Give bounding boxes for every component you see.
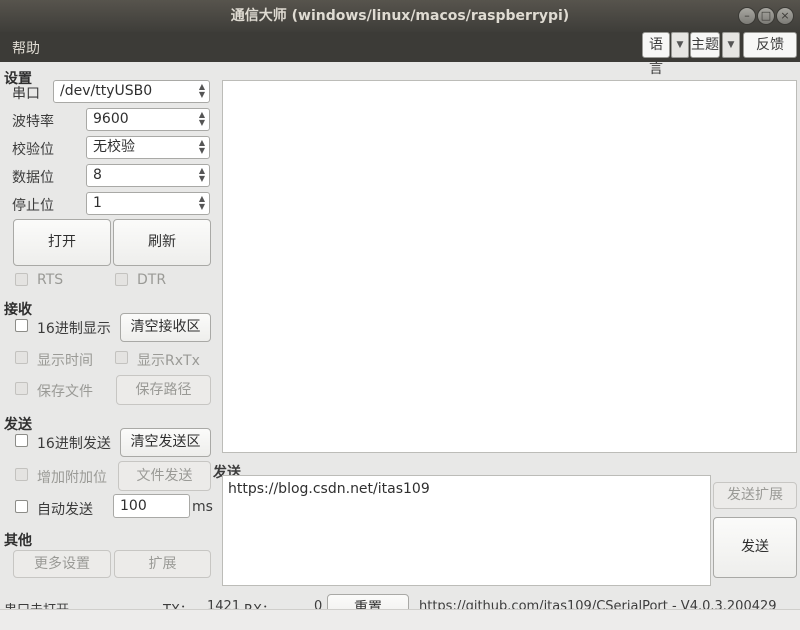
databits-label: 数据位 bbox=[12, 170, 54, 186]
hex-display-checkbox[interactable] bbox=[15, 319, 28, 332]
parity-value: 无校验 bbox=[93, 139, 135, 155]
spinner-arrows-icon: ▲ ▼ bbox=[198, 194, 205, 211]
baud-label: 波特率 bbox=[12, 114, 54, 130]
open-port-button[interactable]: 打开 bbox=[13, 219, 111, 266]
rts-checkbox[interactable] bbox=[15, 273, 28, 286]
file-send-button[interactable]: 文件发送 bbox=[118, 461, 211, 491]
databits-value: 8 bbox=[93, 167, 102, 183]
language-button[interactable]: 语言 bbox=[642, 32, 670, 77]
save-file-label: 保存文件 bbox=[37, 384, 93, 400]
refresh-button[interactable]: 刷新 bbox=[113, 219, 211, 266]
more-settings-button[interactable]: 更多设置 bbox=[13, 550, 111, 578]
other-heading: 其他 bbox=[4, 533, 32, 549]
extend-button[interactable]: 扩展 bbox=[114, 550, 211, 578]
bottom-bar bbox=[0, 609, 800, 630]
add-check-checkbox[interactable] bbox=[15, 468, 28, 481]
send-button[interactable]: 发送 bbox=[713, 517, 797, 578]
show-rxtx-checkbox[interactable] bbox=[115, 351, 128, 364]
baud-value: 9600 bbox=[93, 111, 129, 127]
maximize-icon[interactable]: □ bbox=[757, 7, 775, 25]
stopbits-select[interactable]: 1 ▲ ▼ bbox=[86, 192, 210, 215]
port-value: /dev/ttyUSB0 bbox=[60, 83, 153, 99]
menu-help[interactable]: 帮助 bbox=[12, 38, 40, 58]
stopbits-label: 停止位 bbox=[12, 198, 54, 214]
close-icon[interactable]: × bbox=[776, 7, 794, 25]
receive-heading: 接收 bbox=[4, 302, 32, 318]
chevron-down-icon[interactable]: ▼ bbox=[722, 32, 740, 58]
send-extend-button[interactable]: 发送扩展 bbox=[713, 482, 797, 509]
send-heading: 发送 bbox=[4, 417, 32, 433]
hex-send-checkbox[interactable] bbox=[15, 434, 28, 447]
chevron-down-icon[interactable]: ▼ bbox=[671, 32, 689, 58]
spinner-arrows-icon: ▲ ▼ bbox=[198, 110, 205, 127]
port-label: 串口 bbox=[12, 86, 40, 102]
clear-send-button[interactable]: 清空发送区 bbox=[120, 428, 211, 457]
receive-text-area[interactable] bbox=[222, 80, 797, 453]
rts-label: RTS bbox=[37, 272, 64, 288]
spinner-arrows-icon: ▲ ▼ bbox=[198, 166, 205, 183]
baud-select[interactable]: 9600 ▲ ▼ bbox=[86, 108, 210, 131]
send-text-area[interactable]: https://blog.csdn.net/itas109 bbox=[222, 475, 711, 586]
clear-receive-button[interactable]: 清空接收区 bbox=[120, 313, 211, 342]
dtr-checkbox[interactable] bbox=[115, 273, 128, 286]
databits-select[interactable]: 8 ▲ ▼ bbox=[86, 164, 210, 187]
auto-send-label: 自动发送 bbox=[37, 502, 93, 518]
add-check-label: 增加附加位 bbox=[37, 470, 107, 486]
theme-button[interactable]: 主题 bbox=[690, 32, 720, 58]
show-time-label: 显示时间 bbox=[37, 353, 93, 369]
dtr-label: DTR bbox=[137, 272, 167, 288]
spinner-arrows-icon: ▲ ▼ bbox=[198, 82, 205, 99]
auto-send-checkbox[interactable] bbox=[15, 500, 28, 513]
spinner-arrows-icon: ▲ ▼ bbox=[198, 138, 205, 155]
hex-send-label: 16进制发送 bbox=[37, 436, 111, 452]
minimize-icon[interactable]: – bbox=[738, 7, 756, 25]
feedback-button[interactable]: 反馈 bbox=[743, 32, 797, 58]
interval-unit: ms bbox=[192, 499, 213, 515]
show-time-checkbox[interactable] bbox=[15, 351, 28, 364]
send-text: https://blog.csdn.net/itas109 bbox=[228, 481, 430, 497]
save-file-checkbox[interactable] bbox=[15, 382, 28, 395]
stopbits-value: 1 bbox=[93, 195, 102, 211]
interval-input[interactable]: 100 bbox=[113, 494, 190, 518]
save-path-button[interactable]: 保存路径 bbox=[116, 375, 211, 405]
interval-value: 100 bbox=[120, 498, 147, 514]
parity-select[interactable]: 无校验 ▲ ▼ bbox=[86, 136, 210, 159]
title-bar: 通信大师 (windows/linux/macos/raspberrypi) bbox=[0, 0, 800, 32]
parity-label: 校验位 bbox=[12, 142, 54, 158]
window-title: 通信大师 (windows/linux/macos/raspberrypi) bbox=[230, 8, 570, 24]
hex-display-label: 16进制显示 bbox=[37, 321, 111, 337]
port-select[interactable]: /dev/ttyUSB0 ▲ ▼ bbox=[53, 80, 210, 103]
show-rxtx-label: 显示RxTx bbox=[137, 353, 200, 369]
